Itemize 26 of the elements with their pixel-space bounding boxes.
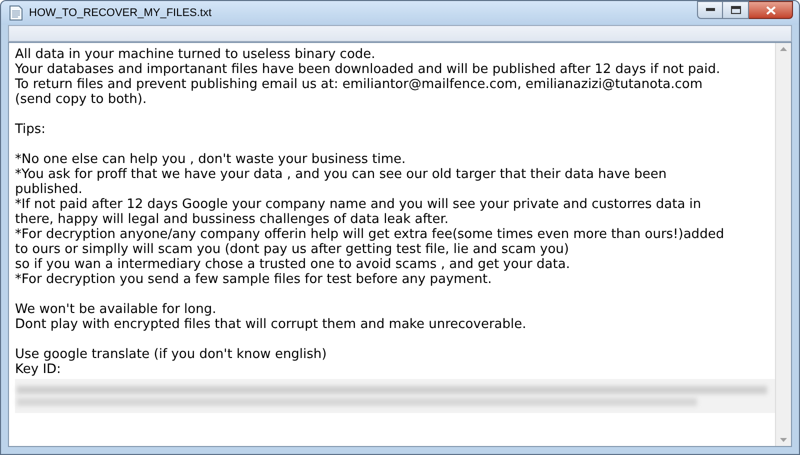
maximize-icon	[730, 6, 740, 14]
text-line: *If not paid after 12 days Google your company name and you will see your private and custorres data in	[15, 197, 702, 212]
text-line: Use google translate (if you don't know english)	[15, 347, 327, 362]
text-line: *You ask for proff that we have your data , and you can see our old targer that their data have been	[15, 167, 667, 182]
text-line: (send copy to both).	[15, 92, 147, 107]
close-icon	[766, 6, 776, 14]
text-line: *For decryption anyone/any company offerin help will get extra fee(some times even more than ours!)added	[15, 227, 724, 242]
text-line: We won't be available for long.	[15, 302, 216, 317]
text-line: so if you wan a intermediary chose a trusted one to avoid scams , and get your data.	[15, 257, 570, 272]
document-icon	[9, 5, 23, 21]
text-line: Tips:	[15, 122, 46, 137]
text-line: Key ID:	[15, 362, 61, 377]
maximize-button[interactable]	[723, 1, 749, 19]
text-line: to ours or simplly will scam you (dont pay us after getting test file, lie and scam you)	[15, 242, 569, 257]
text-line: *No one else can help you , don't waste your business time.	[15, 152, 406, 167]
text-line: there, happy will legal and bussiness challenges of data leak after.	[15, 212, 448, 227]
text-line: To return files and prevent publishing email us at: emiliantor@mailfence.com, emilianazizi@tutanota.com	[15, 77, 703, 92]
window-title: HOW_TO_RECOVER_MY_FILES.txt	[29, 6, 212, 21]
text-line: Dont play with encrypted files that will corrupt them and make unrecoverable.	[15, 317, 526, 332]
text-line: *For decryption you send a few sample files for test before any payment.	[15, 272, 492, 287]
text-line: published.	[15, 182, 82, 197]
minimize-icon	[706, 8, 714, 12]
text-line: All data in your machine turned to useless binary code.	[15, 47, 376, 62]
close-button[interactable]	[749, 1, 793, 19]
text-line: Your databases and importanant files have been downloaded and will be published after 12 days if not paid.	[15, 62, 720, 77]
minimize-button[interactable]	[697, 1, 723, 19]
